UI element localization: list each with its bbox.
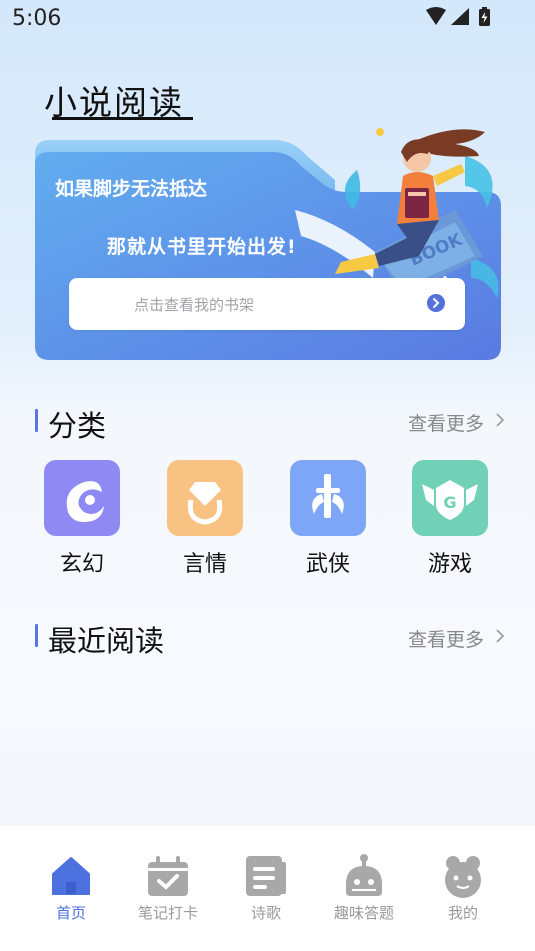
arrow-right-icon — [427, 294, 445, 312]
tab-notes-checkin[interactable]: 笔记打卡 — [123, 848, 213, 928]
category-label: 玄幻 — [59, 552, 104, 577]
bookshelf-button-label: 点击查看我的书架 — [134, 296, 255, 314]
tab-label: 笔记打卡 — [137, 904, 198, 922]
category-youxi-button[interactable]: G — [412, 460, 488, 536]
battery-icon — [479, 7, 490, 26]
recent-more-link[interactable]: 查看更多 — [408, 625, 484, 652]
wifi-icon — [426, 7, 446, 25]
signal-icon — [451, 8, 469, 25]
recent-reading-title: 最近阅读 — [48, 624, 165, 658]
category-wuxia-button[interactable] — [290, 460, 366, 536]
calendar-check-icon — [148, 856, 188, 896]
svg-text:G: G — [443, 493, 456, 512]
robot-icon — [346, 854, 382, 896]
chevron-right-icon — [496, 413, 505, 427]
chevron-right-icon — [496, 629, 505, 643]
section-marker — [35, 409, 38, 432]
category-yanqing-button[interactable] — [167, 460, 243, 536]
status-icons — [426, 7, 490, 26]
category-label: 武侠 — [305, 552, 350, 577]
tab-mine[interactable]: 我的 — [418, 848, 508, 928]
tab-home[interactable]: 首页 — [26, 848, 116, 928]
category-label: 言情 — [182, 552, 227, 577]
tab-label: 首页 — [55, 904, 86, 922]
game-wings-icon: G — [422, 480, 478, 520]
title-underline — [52, 117, 193, 120]
bookshelf-button[interactable] — [69, 278, 465, 330]
categories-more-link[interactable]: 查看更多 — [408, 409, 484, 436]
status-time: 5:06 — [12, 6, 62, 31]
document-icon — [246, 856, 286, 896]
home-icon — [52, 857, 90, 895]
section-marker — [35, 624, 38, 647]
banner-slogan-line1: 如果脚步无法抵达 — [55, 178, 208, 200]
sword-icon — [312, 474, 344, 518]
diamond-ring-icon — [187, 482, 223, 525]
category-xuanhuan-button[interactable] — [44, 460, 120, 536]
category-label: 游戏 — [427, 552, 472, 577]
profile-icon — [445, 856, 481, 898]
tab-label: 趣味答题 — [333, 904, 394, 922]
phoenix-icon — [66, 481, 104, 522]
categories-title: 分类 — [48, 409, 107, 443]
tab-label: 诗歌 — [250, 904, 281, 922]
tab-fun-quiz[interactable]: 趣味答题 — [319, 848, 409, 928]
tab-label: 我的 — [447, 904, 478, 922]
tab-poetry[interactable]: 诗歌 — [221, 848, 311, 928]
banner-slogan-line2: 那就从书里开始出发! — [107, 236, 297, 258]
